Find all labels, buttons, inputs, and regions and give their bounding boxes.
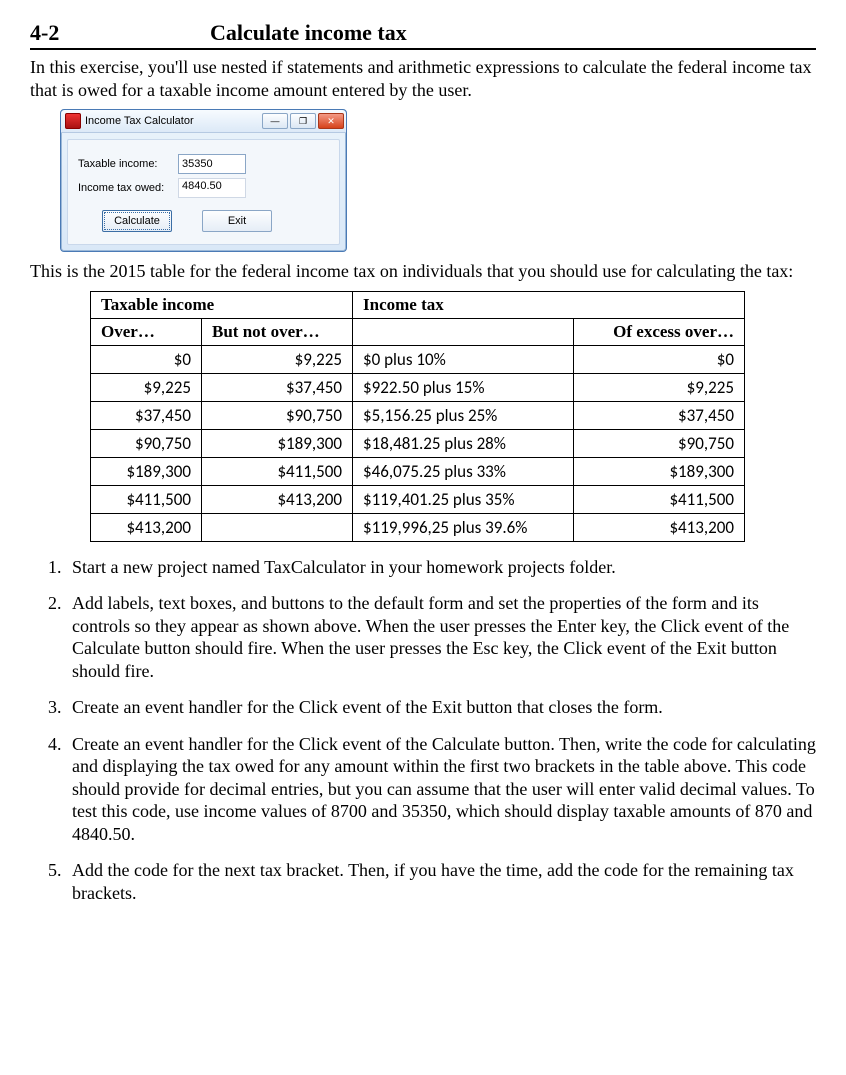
cell-excess: $413,200 [574,513,745,541]
app-window: Income Tax Calculator — ❐ ✕ Taxable inco… [60,109,347,252]
th-over: Over… [91,318,202,345]
cell-not-over [202,513,353,541]
minimize-button[interactable]: — [262,113,288,129]
cell-over: $189,300 [91,457,202,485]
cell-over: $413,200 [91,513,202,541]
tax-table: Taxable income Income tax Over… But not … [90,291,745,542]
window-title: Income Tax Calculator [85,115,262,127]
step-item: Start a new project named TaxCalculator … [66,556,816,579]
step-item: Add the code for the next tax bracket. T… [66,859,816,904]
table-row: $90,750$189,300$18,481.25 plus 28%$90,75… [91,429,745,457]
step-item: Create an event handler for the Click ev… [66,733,816,846]
income-tax-owed-output: 4840.50 [178,178,246,198]
cell-over: $90,750 [91,429,202,457]
cell-excess: $90,750 [574,429,745,457]
table-row: $37,450$90,750$5,156.25 plus 25%$37,450 [91,401,745,429]
calculate-button[interactable]: Calculate [102,210,172,232]
taxable-income-label: Taxable income: [78,158,178,170]
cell-not-over: $90,750 [202,401,353,429]
intro-paragraph: In this exercise, you'll use nested if s… [30,56,816,101]
exit-button[interactable]: Exit [202,210,272,232]
cell-tax: $5,156.25 plus 25% [353,401,574,429]
table-row: $411,500$413,200$119,401.25 plus 35%$411… [91,485,745,513]
cell-over: $37,450 [91,401,202,429]
cell-tax: $119,401.25 plus 35% [353,485,574,513]
table-row: $189,300$411,500$46,075.25 plus 33%$189,… [91,457,745,485]
client-area: Taxable income: Income tax owed: 4840.50… [67,139,340,245]
cell-excess: $189,300 [574,457,745,485]
table-row: $0$9,225$0 plus 10%$0 [91,345,745,373]
cell-tax: $46,075.25 plus 33% [353,457,574,485]
th-income-tax: Income tax [353,291,745,318]
income-tax-owed-label: Income tax owed: [78,182,178,194]
th-taxable-income: Taxable income [91,291,353,318]
th-but-not-over: But not over… [202,318,353,345]
cell-over: $0 [91,345,202,373]
section-number: 4-2 [30,20,210,46]
cell-excess: $0 [574,345,745,373]
table-row: $413,200$119,996,25 plus 39.6%$413,200 [91,513,745,541]
page-title: Calculate income tax [210,20,407,46]
th-excess-over: Of excess over… [574,318,745,345]
table-row: $9,225$37,450$922.50 plus 15%$9,225 [91,373,745,401]
app-icon [65,113,81,129]
cell-over: $411,500 [91,485,202,513]
step-item: Create an event handler for the Click ev… [66,696,816,719]
taxable-income-input[interactable] [178,154,246,174]
cell-over: $9,225 [91,373,202,401]
steps-list: Start a new project named TaxCalculator … [30,556,816,905]
cell-not-over: $189,300 [202,429,353,457]
table-intro-paragraph: This is the 2015 table for the federal i… [30,260,816,283]
th-blank [353,318,574,345]
cell-excess: $37,450 [574,401,745,429]
cell-tax: $922.50 plus 15% [353,373,574,401]
close-button[interactable]: ✕ [318,113,344,129]
maximize-button[interactable]: ❐ [290,113,316,129]
page-header: 4-2 Calculate income tax [30,20,816,50]
cell-not-over: $9,225 [202,345,353,373]
cell-tax: $0 plus 10% [353,345,574,373]
cell-tax: $119,996,25 plus 39.6% [353,513,574,541]
cell-excess: $9,225 [574,373,745,401]
step-item: Add labels, text boxes, and buttons to t… [66,592,816,682]
cell-not-over: $411,500 [202,457,353,485]
cell-not-over: $37,450 [202,373,353,401]
cell-not-over: $413,200 [202,485,353,513]
cell-excess: $411,500 [574,485,745,513]
cell-tax: $18,481.25 plus 28% [353,429,574,457]
titlebar: Income Tax Calculator — ❐ ✕ [61,110,346,133]
